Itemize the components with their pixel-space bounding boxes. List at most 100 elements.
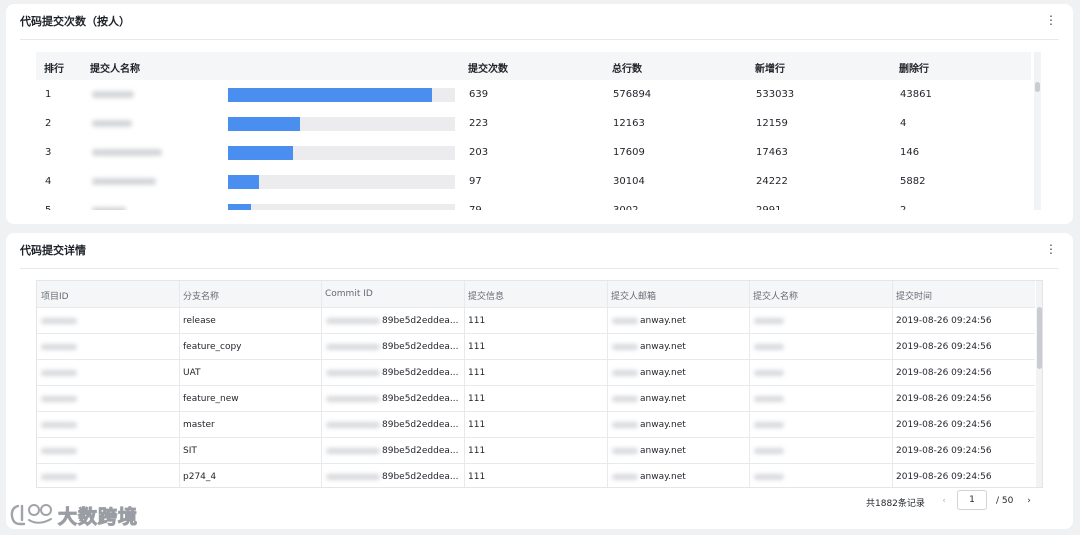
panel-header: 代码提交次数（按人） ⋮ <box>20 4 1059 40</box>
commit-bar-track <box>228 117 455 131</box>
table-row[interactable]: SIT 89be5d2eddea... 111 anway.net 2019-08-26… <box>37 437 1035 463</box>
commit-id-cell: 89be5d2eddea... <box>382 394 459 404</box>
more-options-icon[interactable]: ⋮ <box>1045 12 1057 28</box>
redacted-commit-prefix <box>326 370 380 376</box>
total-cell: 576894 <box>613 89 652 100</box>
table-row[interactable]: release 89be5d2eddea... 111 anway.net 2019-0… <box>37 307 1035 333</box>
redacted-name <box>754 422 784 428</box>
redacted-name <box>754 370 784 376</box>
table-row: 2 223 12163 12159 4 <box>36 109 1031 138</box>
redacted-project-id <box>41 422 77 428</box>
email-cell: anway.net <box>640 420 686 430</box>
page-number-input[interactable] <box>957 490 987 510</box>
redacted-email-prefix <box>612 370 638 376</box>
branch-cell: p274_4 <box>183 472 217 482</box>
email-cell: anway.net <box>640 368 686 378</box>
table-row: 3 203 17609 17463 146 <box>36 138 1031 167</box>
rank-cell: 3 <box>45 147 52 158</box>
deleted-cell: 5882 <box>900 176 926 187</box>
rank-cell: 5 <box>45 205 51 210</box>
commit-id-cell: 89be5d2eddea... <box>382 420 459 430</box>
added-cell: 12159 <box>756 118 788 129</box>
commit-bar <box>228 204 251 210</box>
redacted-name <box>92 91 134 98</box>
chevron-left-icon[interactable]: ‹ <box>939 496 949 506</box>
column-header-project-id: 项目ID <box>41 292 69 302</box>
pagination-total: 共1882条记录 <box>866 499 925 509</box>
redacted-project-id <box>41 396 77 402</box>
column-header-count: 提交次数 <box>468 64 508 75</box>
more-options-icon[interactable]: ⋮ <box>1045 241 1057 257</box>
deleted-cell: 43861 <box>900 89 932 100</box>
column-header-added: 新增行 <box>755 64 785 75</box>
table-row[interactable]: feature_copy 89be5d2eddea... 111 anway.net 2… <box>37 333 1035 359</box>
panel-title: 代码提交次数（按人） <box>20 15 130 28</box>
count-cell: 97 <box>469 176 482 187</box>
deleted-cell: 4 <box>900 118 907 129</box>
table-row[interactable]: p274_4 89be5d2eddea... 111 anway.net 2019-08… <box>37 463 1035 487</box>
column-header-rank: 排行 <box>44 64 64 75</box>
redacted-project-id <box>41 318 77 324</box>
redacted-name <box>754 474 784 480</box>
table-row: 5 79 3002 2991 2 <box>36 196 1031 210</box>
commit-id-cell: 89be5d2eddea... <box>382 472 459 482</box>
column-header-name: 提交人名称 <box>753 292 799 302</box>
count-cell: 79 <box>469 205 482 210</box>
watermark-logo-icon <box>10 504 52 526</box>
commit-bar-track <box>228 146 455 160</box>
email-cell: anway.net <box>640 316 686 326</box>
branch-cell: feature_new <box>183 394 239 404</box>
redacted-email-prefix <box>612 318 638 324</box>
vertical-scrollbar[interactable] <box>1034 52 1041 210</box>
branch-cell: release <box>183 316 216 326</box>
commit-bar <box>228 146 293 160</box>
branch-cell: master <box>183 420 215 430</box>
message-cell: 111 <box>468 342 486 352</box>
time-cell: 2019-08-26 09:24:56 <box>896 420 992 430</box>
deleted-cell: 146 <box>900 147 920 158</box>
chevron-right-icon[interactable]: › <box>1024 496 1034 506</box>
table-row[interactable]: feature_new 89be5d2eddea... 111 anway.net 20… <box>37 385 1035 411</box>
commit-count-panel: 代码提交次数（按人） ⋮ 排行 提交人名称 提交次数 总行数 新增行 删除行 1… <box>6 4 1073 224</box>
redacted-name <box>92 207 126 210</box>
redacted-project-id <box>41 370 77 376</box>
column-header-message: 提交信息 <box>468 292 505 302</box>
commit-bar-track <box>228 88 455 102</box>
count-cell: 639 <box>469 89 489 100</box>
redacted-email-prefix <box>612 422 638 428</box>
details-table: 项目ID 分支名称 Commit ID 提交信息 提交人邮箱 提交人名称 提交时… <box>36 280 1043 488</box>
redacted-project-id <box>41 448 77 454</box>
added-cell: 533033 <box>756 89 795 100</box>
page-total: / 50 <box>996 496 1014 506</box>
rank-cell: 2 <box>45 118 52 129</box>
redacted-commit-prefix <box>326 396 380 402</box>
email-cell: anway.net <box>640 472 686 482</box>
redacted-project-id <box>41 344 77 350</box>
vertical-scrollbar[interactable] <box>1036 281 1042 487</box>
table-row[interactable]: master 89be5d2eddea... 111 anway.net 2019-08… <box>37 411 1035 437</box>
commit-id-cell: 89be5d2eddea... <box>382 446 459 456</box>
redacted-name <box>754 318 784 324</box>
redacted-commit-prefix <box>326 318 380 324</box>
count-cell: 223 <box>469 118 489 129</box>
time-cell: 2019-08-26 09:24:56 <box>896 368 992 378</box>
commit-details-panel: 代码提交详情 ⋮ 项目ID 分支名称 Commit ID 提交信息 提交人邮箱 … <box>6 233 1073 529</box>
watermark-text: 大数跨境 <box>57 505 139 528</box>
table-header: 项目ID 分支名称 Commit ID 提交信息 提交人邮箱 提交人名称 提交时… <box>37 281 1035 307</box>
message-cell: 111 <box>468 316 486 326</box>
total-cell: 17609 <box>613 147 645 158</box>
commit-bar-track <box>228 204 455 210</box>
time-cell: 2019-08-26 09:24:56 <box>896 316 992 326</box>
branch-cell: UAT <box>183 368 201 378</box>
added-cell: 24222 <box>756 176 788 187</box>
table-row[interactable]: UAT 89be5d2eddea... 111 anway.net 2019-08-26… <box>37 359 1035 385</box>
commit-id-cell: 89be5d2eddea... <box>382 316 459 326</box>
total-cell: 3002 <box>613 205 638 210</box>
message-cell: 111 <box>468 394 486 404</box>
redacted-commit-prefix <box>326 422 380 428</box>
commit-bar <box>228 175 260 189</box>
time-cell: 2019-08-26 09:24:56 <box>896 342 992 352</box>
branch-cell: feature_copy <box>183 342 242 352</box>
email-cell: anway.net <box>640 342 686 352</box>
commit-bar <box>228 117 300 131</box>
